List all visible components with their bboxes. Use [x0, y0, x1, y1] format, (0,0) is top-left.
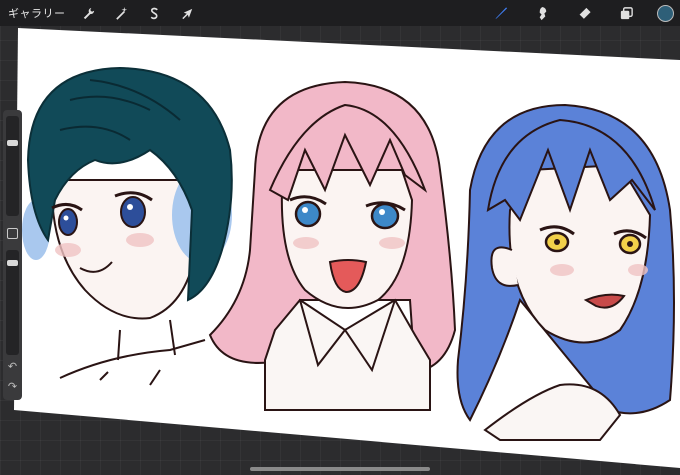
selection-s-icon: [150, 7, 158, 19]
undo-icon[interactable]: ↶: [3, 360, 22, 373]
drawing-canvas[interactable]: [0, 0, 680, 475]
left-sidebar: ↶ ↷: [3, 110, 22, 400]
actions-button[interactable]: [78, 2, 100, 24]
brush-tool-button[interactable]: [489, 2, 511, 24]
eraser-icon: [578, 7, 591, 19]
home-indicator: [250, 467, 430, 471]
opacity-slider[interactable]: [6, 250, 19, 355]
canvas-workspace[interactable]: ギャラリー ↶ ↷: [0, 0, 680, 475]
selection-button[interactable]: [144, 2, 166, 24]
layers-button[interactable]: [615, 2, 637, 24]
eraser-tool-button[interactable]: [573, 2, 595, 24]
wrench-icon: [83, 7, 95, 19]
brush-icon: [494, 6, 507, 19]
opacity-handle[interactable]: [7, 259, 18, 266]
magic-wand-icon: [116, 6, 128, 20]
toolbar-right-group: [489, 2, 674, 24]
gallery-button[interactable]: ギャラリー: [8, 5, 66, 21]
transform-button[interactable]: [177, 2, 199, 24]
arrow-cursor-icon: [182, 8, 193, 19]
modify-button[interactable]: [7, 228, 18, 239]
adjustments-button[interactable]: [111, 2, 133, 24]
brush-size-slider[interactable]: [6, 116, 19, 216]
smudge-icon: [539, 6, 546, 20]
layers-icon: [620, 6, 633, 19]
top-toolbar: ギャラリー: [0, 0, 680, 26]
brush-size-handle[interactable]: [7, 139, 18, 146]
redo-icon[interactable]: ↷: [3, 380, 22, 393]
color-picker-button[interactable]: [657, 4, 674, 22]
smudge-tool-button[interactable]: [531, 2, 553, 24]
